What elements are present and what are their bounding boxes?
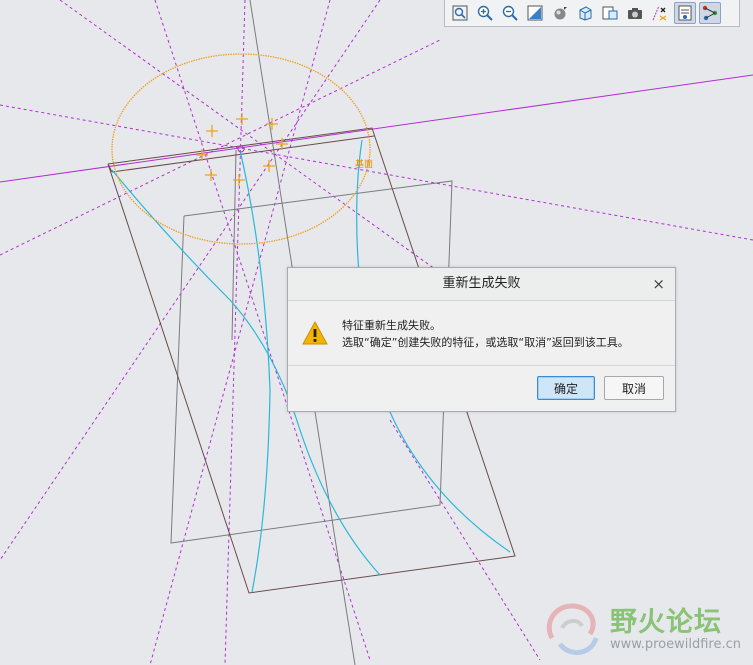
zoom-fit-button[interactable] (449, 2, 471, 24)
dialog-body: 特征重新生成失败。 选取“确定”创建失败的特征，或选取“取消”返回到该工具。 (288, 301, 675, 366)
perspective-view-button[interactable] (624, 2, 646, 24)
ok-button[interactable]: 确定 (537, 376, 595, 400)
zoom-out-button[interactable] (499, 2, 521, 24)
datum-plane-edge (0, 74, 753, 183)
watermark-url: www.proewildfire.cn (610, 637, 741, 652)
zoom-in-icon (477, 5, 493, 21)
forum-watermark: 野火论坛 www.proewildfire.cn (540, 598, 752, 664)
datum-display-filter-icon (652, 5, 667, 21)
display-style-button[interactable] (549, 2, 571, 24)
annotation-display-button[interactable] (674, 2, 696, 24)
close-icon[interactable]: × (652, 268, 665, 300)
display-style-icon (554, 7, 567, 20)
saved-orientation-icon (579, 6, 592, 21)
repaint-button[interactable] (524, 2, 546, 24)
saved-orientation-button[interactable] (574, 2, 596, 24)
zoom-out-icon (502, 5, 518, 21)
spin-center-button[interactable] (699, 2, 721, 24)
dialog-message-line2: 选取“确定”创建失败的特征，或选取“取消”返回到该工具。 (342, 336, 629, 349)
repaint-icon (527, 5, 543, 21)
dialog-title: 重新生成失败 (442, 276, 521, 291)
dialog-titlebar: 重新生成失败 × (288, 268, 675, 301)
datum-display-button[interactable] (649, 2, 671, 24)
sketch-label: 基面 (355, 160, 374, 170)
spin-center-icon (702, 5, 718, 21)
cancel-button[interactable]: 取消 (604, 376, 664, 400)
warning-icon (302, 321, 328, 345)
view-manager-button[interactable] (599, 2, 621, 24)
perspective-view-icon (628, 8, 642, 19)
watermark-title: 野火论坛 (610, 607, 722, 638)
zoom-in-button[interactable] (474, 2, 496, 24)
view-toolbar (444, 0, 740, 27)
regeneration-failed-dialog: 重新生成失败 × 特征重新生成失败。 选取“确定”创建失败的特征，或选取“取消”… (287, 267, 676, 412)
zoom-fit-icon (452, 5, 468, 21)
watermark-logo-icon (546, 603, 599, 655)
view-manager-icon (602, 6, 618, 20)
dialog-message-line1: 特征重新生成失败。 (342, 319, 441, 332)
annotation-display-icon (678, 5, 692, 21)
